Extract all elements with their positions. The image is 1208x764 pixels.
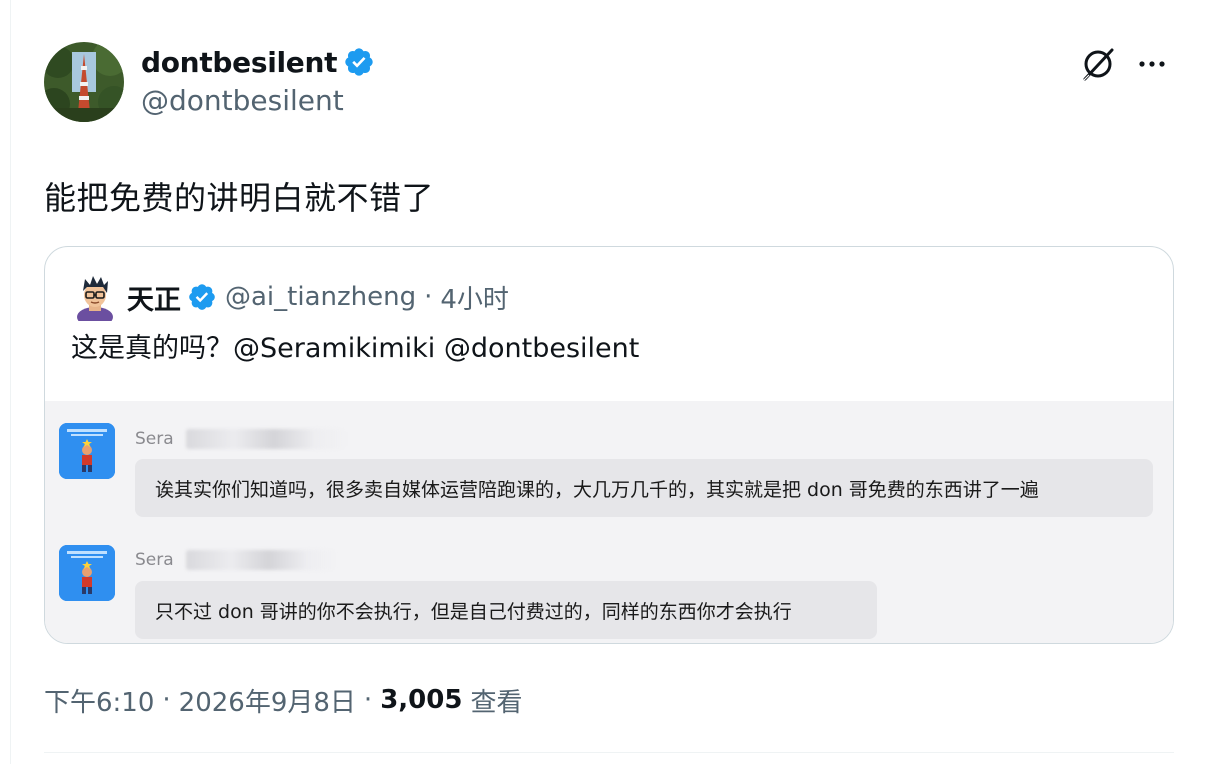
- chat-message-bubble: 只不过 don 哥讲的你不会执行，但是自己付费过的，同样的东西你才会执行: [135, 581, 877, 639]
- header-actions: [1076, 42, 1174, 86]
- more-options-button[interactable]: [1130, 42, 1174, 86]
- chat-sender-row: Sera: [135, 548, 336, 572]
- redacted-name-blur: [185, 429, 346, 449]
- tweet-meta-line: 下午6:10 · 2026年9月8日 · 3,005 查看: [44, 680, 522, 720]
- quoted-tweet-card[interactable]: 天正 @ai_tianzheng · 4小时 这是真的吗？@Seramikimi…: [44, 246, 1174, 644]
- quoted-timestamp[interactable]: 4小时: [440, 279, 509, 316]
- divider: [44, 752, 1174, 753]
- tweet-text: 能把免费的讲明白就不错了: [44, 179, 435, 217]
- redacted-name-blur: [185, 550, 336, 570]
- chat-avatar-sera: [59, 545, 115, 601]
- verified-badge-icon: [189, 284, 215, 310]
- quoted-author-avatar[interactable]: [71, 273, 119, 327]
- timeline-left-border: [10, 0, 11, 764]
- post-time[interactable]: 下午6:10: [44, 682, 154, 719]
- quoted-meta-row: 天正 @ai_tianzheng · 4小时: [127, 275, 509, 319]
- chat-sender-name: Sera: [135, 429, 174, 449]
- chat-sender-row: Sera: [135, 427, 346, 451]
- views-label[interactable]: 查看: [470, 682, 522, 719]
- chat-avatar-sera: [59, 423, 115, 479]
- author-display-name[interactable]: dontbesilent: [141, 46, 338, 79]
- verified-badge-icon: [345, 48, 373, 76]
- grok-button[interactable]: [1076, 42, 1120, 86]
- chat-sender-name: Sera: [135, 550, 174, 570]
- author-handle[interactable]: @dontbesilent: [141, 84, 344, 117]
- view-count[interactable]: 3,005: [380, 685, 462, 715]
- chat-message-bubble: 诶其实你们知道吗，很多卖自媒体运营陪跑课的，大几万几千的，其实就是把 don 哥…: [135, 459, 1153, 517]
- meta-separator: ·: [363, 685, 373, 715]
- meta-separator: ·: [424, 282, 433, 312]
- quoted-handle[interactable]: @ai_tianzheng: [225, 282, 416, 312]
- quoted-tweet-text: 这是真的吗？@Seramikimiki @dontbesilent: [71, 333, 640, 364]
- post-date[interactable]: 2026年9月8日: [179, 682, 356, 719]
- more-dots-icon: [1139, 61, 1165, 67]
- author-name-row[interactable]: dontbesilent: [141, 42, 375, 82]
- quoted-chat-screenshot[interactable]: Sera 诶其实你们知道吗，很多卖自媒体运营陪跑课的，大几万几千的，其实就是把 …: [45, 401, 1173, 643]
- quoted-display-name[interactable]: 天正: [127, 278, 181, 317]
- meta-separator: ·: [162, 685, 171, 715]
- grok-slash-icon: [1083, 48, 1114, 81]
- author-avatar[interactable]: [44, 42, 124, 122]
